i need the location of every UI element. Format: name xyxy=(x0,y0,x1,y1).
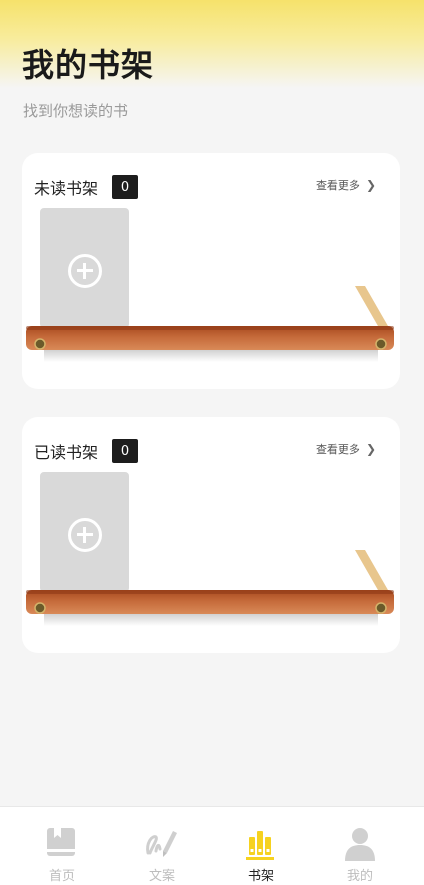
see-more-label: 查看更多 xyxy=(315,443,360,456)
tab-label: 首页 xyxy=(48,869,75,884)
shelf-screw-left xyxy=(34,338,46,350)
page-subtitle: 找到你想读的书 xyxy=(23,102,129,120)
chevron-right-icon: ❯ xyxy=(365,442,376,456)
shelf-title: 已读书架 xyxy=(34,443,99,462)
tab-label: 书架 xyxy=(247,869,274,884)
shelf-screw-right xyxy=(375,602,387,614)
user-icon xyxy=(345,828,375,861)
shelf-bracket-right xyxy=(355,550,392,597)
see-more-link[interactable]: 查看更多 ❯ xyxy=(316,441,376,457)
shelf-header: 未读书架 0 xyxy=(34,175,139,199)
shelf-screw-right xyxy=(375,338,387,350)
shelf-title: 未读书架 xyxy=(34,179,99,198)
pen-icon xyxy=(146,831,177,857)
see-more-label: 查看更多 xyxy=(315,179,360,192)
read-shelf-card: 已读书架 0 查看更多 ❯ xyxy=(22,417,400,653)
shelf-count-badge: 0 xyxy=(112,175,139,199)
chevron-right-icon: ❯ xyxy=(365,178,376,192)
see-more-link[interactable]: 查看更多 ❯ xyxy=(316,177,376,193)
shelf-screw-left xyxy=(34,602,46,614)
wooden-shelf xyxy=(26,286,394,362)
page-title: 我的书架 xyxy=(22,46,155,84)
unread-shelf-card: 未读书架 0 查看更多 ❯ xyxy=(22,153,400,389)
shelf-bracket-right xyxy=(355,286,392,333)
wooden-shelf xyxy=(26,550,394,626)
shelf-count-badge: 0 xyxy=(112,439,139,463)
bottom-tab-bar: 首页 文案 书架 我的 xyxy=(0,806,424,885)
tab-bookshelf[interactable]: 书架 xyxy=(211,807,311,885)
tab-copywriting[interactable]: 文案 xyxy=(112,807,212,885)
tab-profile[interactable]: 我的 xyxy=(310,807,410,885)
tab-label: 文案 xyxy=(148,869,175,884)
book-icon xyxy=(47,828,75,856)
tab-home[interactable]: 首页 xyxy=(12,807,112,885)
shelf-header: 已读书架 0 xyxy=(34,439,139,463)
bookshelf-icon xyxy=(246,831,274,860)
tab-label: 我的 xyxy=(346,869,373,884)
